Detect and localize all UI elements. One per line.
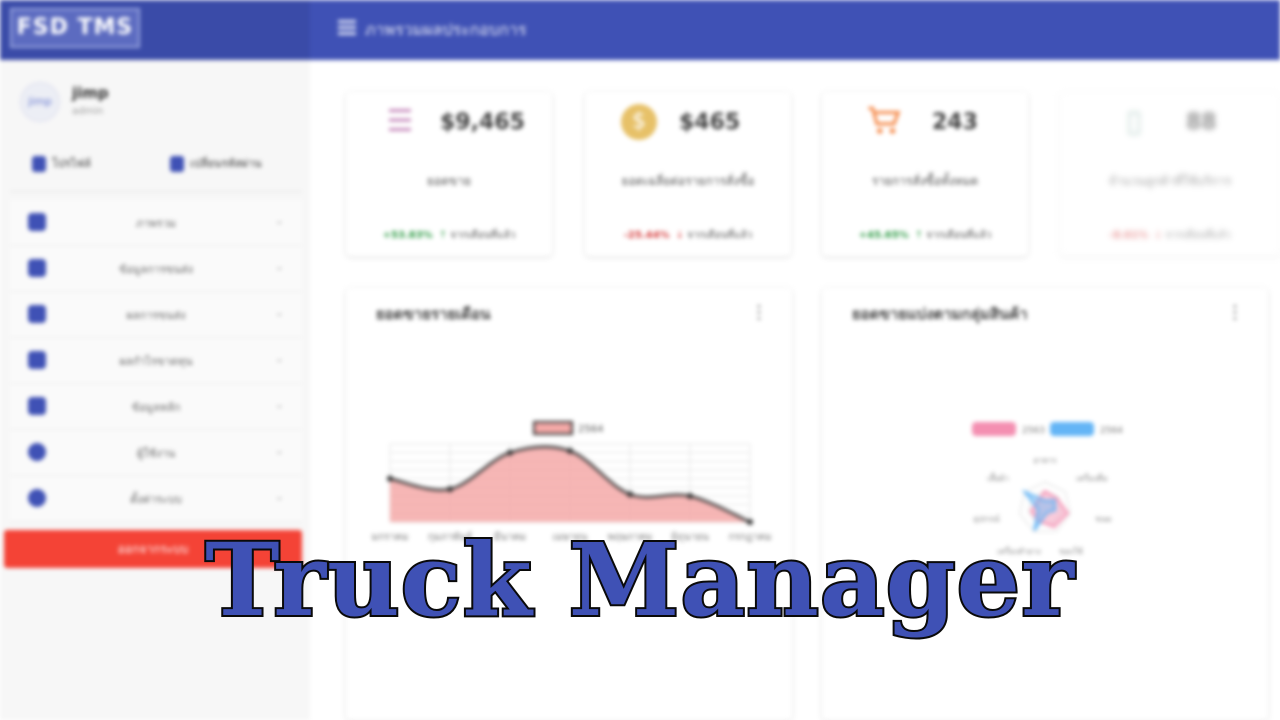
kpi-footer: +53.83% ↑ จากเดือนที่แล้ว: [346, 228, 552, 243]
page-title: ภาพรวมผลประกอบการ: [365, 20, 527, 39]
document-icon: [28, 397, 46, 415]
kpi-value: 88: [1186, 110, 1217, 135]
monthly-sales-card: ยอดขายรายเดือน ⋮ มกราคม กุมภาพันธ์ มีนาคมเ…: [346, 288, 792, 720]
settings-icon: [28, 489, 46, 507]
overlay-title: Truck Manager: [203, 519, 1076, 641]
list-icon: ☰: [386, 104, 414, 139]
kpi-label: รายการสั่งซื้อทั้งหมด: [871, 174, 979, 188]
dashboard-icon: [28, 213, 46, 231]
sidebar-item-profit[interactable]: ผลกำไรขาดทุน ⌄: [10, 338, 302, 384]
data-point: [507, 449, 513, 456]
kpi-card-customers: ▯ 88 จำนวนลูกค้าที่ใช้บริการ -8.61% ↓ จาก…: [1060, 92, 1280, 256]
kpi-change: +45.65%: [858, 230, 909, 241]
kpi-value: $465: [679, 110, 741, 135]
sidebar-item-label: ข้อมูลการขนส่ง: [119, 263, 193, 276]
radar-axis-label: อาหาร: [1033, 456, 1057, 465]
kpi-note: จากเดือนที่แล้ว: [450, 230, 516, 241]
data-point: [567, 447, 573, 454]
sidebar-item-users[interactable]: ผู้ใช้งาน ⌄: [10, 430, 302, 476]
user-icon: [32, 156, 46, 172]
data-point: [387, 475, 393, 482]
kpi-value: $9,465: [440, 110, 525, 135]
kpi-change: -8.61%: [1109, 230, 1149, 241]
sidebar-item-transport[interactable]: ข้อมูลการขนส่ง ⌄: [10, 246, 302, 292]
kpi-label: จำนวนลูกค้าที่ใช้บริการ: [1108, 174, 1232, 188]
sidebar-nav: ภาพรวม ⌄ ข้อมูลการขนส่ง ⌄ ผลการขนส่ง ⌄ ผลกำ…: [10, 200, 302, 522]
sidebar-item-label: ผลการขนส่ง: [126, 309, 186, 322]
arrow-up-icon: ↑: [914, 230, 927, 241]
arrow-up-icon: ↑: [438, 230, 451, 241]
kpi-footer: -8.61% ↓ จากเดือนที่แล้ว: [1060, 228, 1280, 243]
kpi-change: -25.44%: [623, 230, 670, 241]
top-bar: FSD TMS ภาพรวมผลประกอบการ: [0, 0, 1280, 60]
category-sales-chart: อาหารเครื่องดื่มขนมของใช้เครื่องสำอางอุป…: [972, 422, 1123, 556]
data-point: [447, 486, 453, 493]
legend-label: 2564: [1100, 426, 1123, 436]
sidebar-item-label: ภาพรวม: [135, 217, 176, 230]
series-area: [390, 446, 750, 522]
category-sales-card: ยอดขายแบ่งตามกลุ่มสินค้า ⋮ อาหาร เครื่องด…: [822, 288, 1268, 720]
change-password-label: เปลี่ยนรหัสผ่าน: [190, 157, 262, 170]
change-password-button[interactable]: เปลี่ยนรหัสผ่าน: [170, 154, 261, 172]
kpi-footer: +45.65% ↑ จากเดือนที่แล้ว: [822, 228, 1028, 243]
user-actions: โปรไฟล์ เปลี่ยนรหัสผ่าน: [10, 148, 302, 192]
sidebar-item-label: ตั้งค่าระบบ: [130, 493, 182, 506]
hamburger-menu-icon[interactable]: [338, 20, 356, 36]
kpi-footer: -25.44% ↓ จากเดือนที่แล้ว: [585, 228, 791, 243]
chevron-down-icon: ⌄: [274, 306, 284, 319]
cart-icon: [866, 104, 902, 140]
kpi-card-sales: ☰ $9,465 ยอดขาย +53.83% ↑ จากเดือนที่แล้ว: [346, 92, 552, 256]
kpi-label: ยอดขาย: [426, 174, 471, 188]
app-logo[interactable]: FSD TMS: [10, 8, 140, 48]
chevron-down-icon: ⌄: [274, 444, 284, 457]
logo-area: FSD TMS: [0, 0, 310, 60]
data-point: [687, 493, 693, 499]
legend-swatch: [533, 421, 573, 435]
arrow-down-icon: ↓: [675, 230, 688, 241]
sidebar-item-master-data[interactable]: ข้อมูลหลัก ⌄: [10, 384, 302, 430]
chevron-down-icon: ⌄: [274, 214, 284, 227]
document-icon: [28, 305, 46, 323]
sidebar-item-overview[interactable]: ภาพรวม ⌄: [10, 200, 302, 246]
kpi-label: ยอดเฉลี่ยต่อรายการสั่งซื้อ: [621, 174, 755, 188]
legend-label: 2563: [1022, 426, 1045, 436]
chevron-down-icon: ⌄: [274, 490, 284, 503]
chevron-down-icon: ⌄: [274, 352, 284, 365]
avatar[interactable]: jimp: [20, 82, 60, 122]
sidebar-item-label: ผู้ใช้งาน: [136, 447, 176, 460]
kpi-note: จากเดือนที่แล้ว: [687, 230, 753, 241]
radar-axis-label: เสื้อผ้า: [987, 472, 1009, 483]
truck-icon: [28, 259, 46, 277]
user-name: jimp: [72, 84, 109, 102]
profile-button[interactable]: โปรไฟล์: [32, 154, 91, 172]
kpi-change: +53.83%: [382, 230, 433, 241]
kpi-card-avg-order: $ $465 ยอดเฉลี่ยต่อรายการสั่งซื้อ -25.44…: [585, 92, 791, 256]
document-icon: [28, 351, 46, 369]
box-icon: ▯: [1125, 104, 1143, 139]
coin-icon: $: [621, 104, 657, 140]
arrow-down-icon: ↓: [1154, 230, 1166, 241]
data-point: [627, 491, 633, 498]
sidebar-item-label: ข้อมูลหลัก: [131, 401, 181, 414]
sidebar-item-results[interactable]: ผลการขนส่ง ⌄: [10, 292, 302, 338]
legend-swatch: [972, 422, 1016, 436]
kpi-note: จากเดือนที่แล้ว: [926, 230, 992, 241]
profile-label: โปรไฟล์: [52, 157, 91, 170]
kpi-card-orders: 243 รายการสั่งซื้อทั้งหมด +45.65% ↑ จากเด…: [822, 92, 1028, 256]
user-role: admin: [72, 106, 104, 117]
legend-swatch: [1050, 422, 1094, 436]
radar-axis-label: เครื่องดื่ม: [1076, 472, 1108, 483]
chevron-down-icon: ⌄: [274, 260, 284, 273]
legend-label: 2564: [578, 424, 603, 435]
monthly-sales-chart: มกราคม กุมภาพันธ์ มีนาคม เมษายน พฤษภาคม มิถุน…: [372, 421, 772, 543]
kpi-note: จากเดือนที่แล้ว: [1165, 230, 1231, 241]
chevron-down-icon: ⌄: [274, 398, 284, 411]
lock-icon: [170, 156, 184, 172]
kpi-value: 243: [932, 110, 978, 135]
sidebar-item-label: ผลกำไรขาดทุน: [119, 355, 193, 368]
user-icon: [28, 443, 46, 461]
sidebar-item-settings[interactable]: ตั้งค่าระบบ ⌄: [10, 476, 302, 522]
